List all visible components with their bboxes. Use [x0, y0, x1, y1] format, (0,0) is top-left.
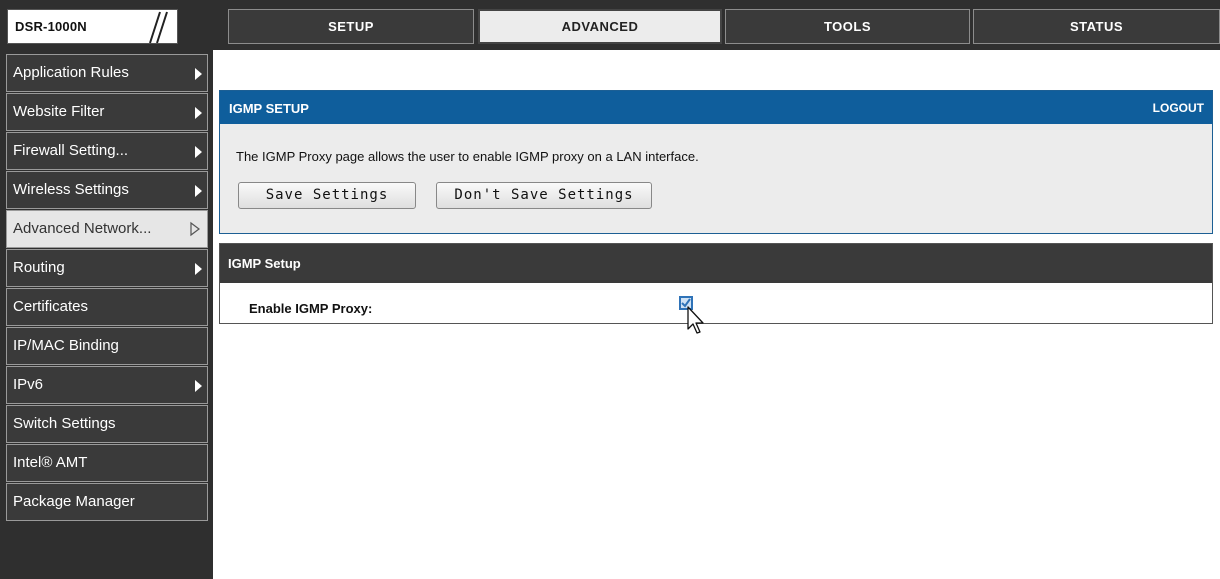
sidebar-item-package-manager[interactable]: Package Manager — [6, 483, 208, 521]
sidebar-item-label: Package Manager — [13, 493, 135, 510]
page-description: The IGMP Proxy page allows the user to e… — [236, 149, 699, 164]
sidebar-item-ip-mac-binding[interactable]: IP/MAC Binding — [6, 327, 208, 365]
tab-tools[interactable]: TOOLS — [725, 9, 970, 44]
tab-status[interactable]: STATUS — [973, 9, 1220, 44]
arrow-right-icon — [195, 185, 202, 197]
sidebar-item-label: Application Rules — [13, 64, 129, 81]
tab-advanced[interactable]: ADVANCED — [478, 9, 722, 44]
sidebar-item-label: IPv6 — [13, 376, 44, 393]
enable-igmp-proxy-label: Enable IGMP Proxy: — [249, 301, 373, 316]
arrow-right-icon — [195, 146, 202, 158]
sidebar-item-label: Intel® AMT — [13, 454, 88, 471]
sidebar-item-label: Wireless Settings — [13, 181, 129, 198]
sidebar-item-switch-settings[interactable]: Switch Settings — [6, 405, 208, 443]
tab-setup[interactable]: SETUP — [228, 9, 474, 44]
dont-save-settings-button[interactable]: Don't Save Settings — [436, 182, 652, 209]
sidebar-item-intel-amt[interactable]: Intel® AMT — [6, 444, 208, 482]
sidebar-item-website-filter[interactable]: Website Filter — [6, 93, 208, 131]
slash-logo-icon — [149, 11, 168, 44]
save-settings-button[interactable]: Save Settings — [238, 182, 416, 209]
sidebar: Application Rules Website Filter Firewal… — [0, 50, 213, 579]
top-nav-bar: DSR-1000N SETUP ADVANCED TOOLS STATUS — [0, 0, 1220, 50]
sidebar-item-routing[interactable]: Routing — [6, 249, 208, 287]
page-title: IGMP SETUP — [229, 101, 309, 116]
sidebar-item-label: Switch Settings — [13, 415, 116, 432]
model-name: DSR-1000N — [15, 19, 87, 34]
sidebar-item-label: Advanced Network... — [13, 220, 152, 237]
panel-header: IGMP SETUP LOGOUT — [220, 91, 1212, 124]
arrow-right-icon — [195, 263, 202, 275]
sidebar-item-firewall-setting[interactable]: Firewall Setting... — [6, 132, 208, 170]
igmp-setup-section: IGMP Setup Enable IGMP Proxy: — [219, 243, 1213, 324]
sidebar-item-wireless-settings[interactable]: Wireless Settings — [6, 171, 208, 209]
mouse-cursor-icon — [687, 306, 704, 334]
arrow-right-icon — [195, 107, 202, 119]
sidebar-item-advanced-network[interactable]: Advanced Network... — [6, 210, 208, 248]
arrow-right-outline-icon — [190, 221, 200, 237]
sidebar-item-label: Routing — [13, 259, 65, 276]
logout-link[interactable]: LOGOUT — [1153, 101, 1204, 115]
sidebar-item-certificates[interactable]: Certificates — [6, 288, 208, 326]
section-header: IGMP Setup — [220, 244, 1212, 283]
sidebar-item-label: Firewall Setting... — [13, 142, 129, 159]
arrow-right-icon — [195, 380, 202, 392]
sidebar-item-ipv6[interactable]: IPv6 — [6, 366, 208, 404]
igmp-setup-panel: IGMP SETUP LOGOUT The IGMP Proxy page al… — [219, 90, 1213, 234]
sidebar-item-application-rules[interactable]: Application Rules — [6, 54, 208, 92]
section-title: IGMP Setup — [228, 256, 301, 271]
sidebar-item-label: IP/MAC Binding — [13, 337, 119, 354]
arrow-right-icon — [195, 68, 202, 80]
model-badge: DSR-1000N — [7, 9, 178, 44]
sidebar-item-label: Website Filter — [13, 103, 105, 120]
sidebar-item-label: Certificates — [13, 298, 89, 315]
